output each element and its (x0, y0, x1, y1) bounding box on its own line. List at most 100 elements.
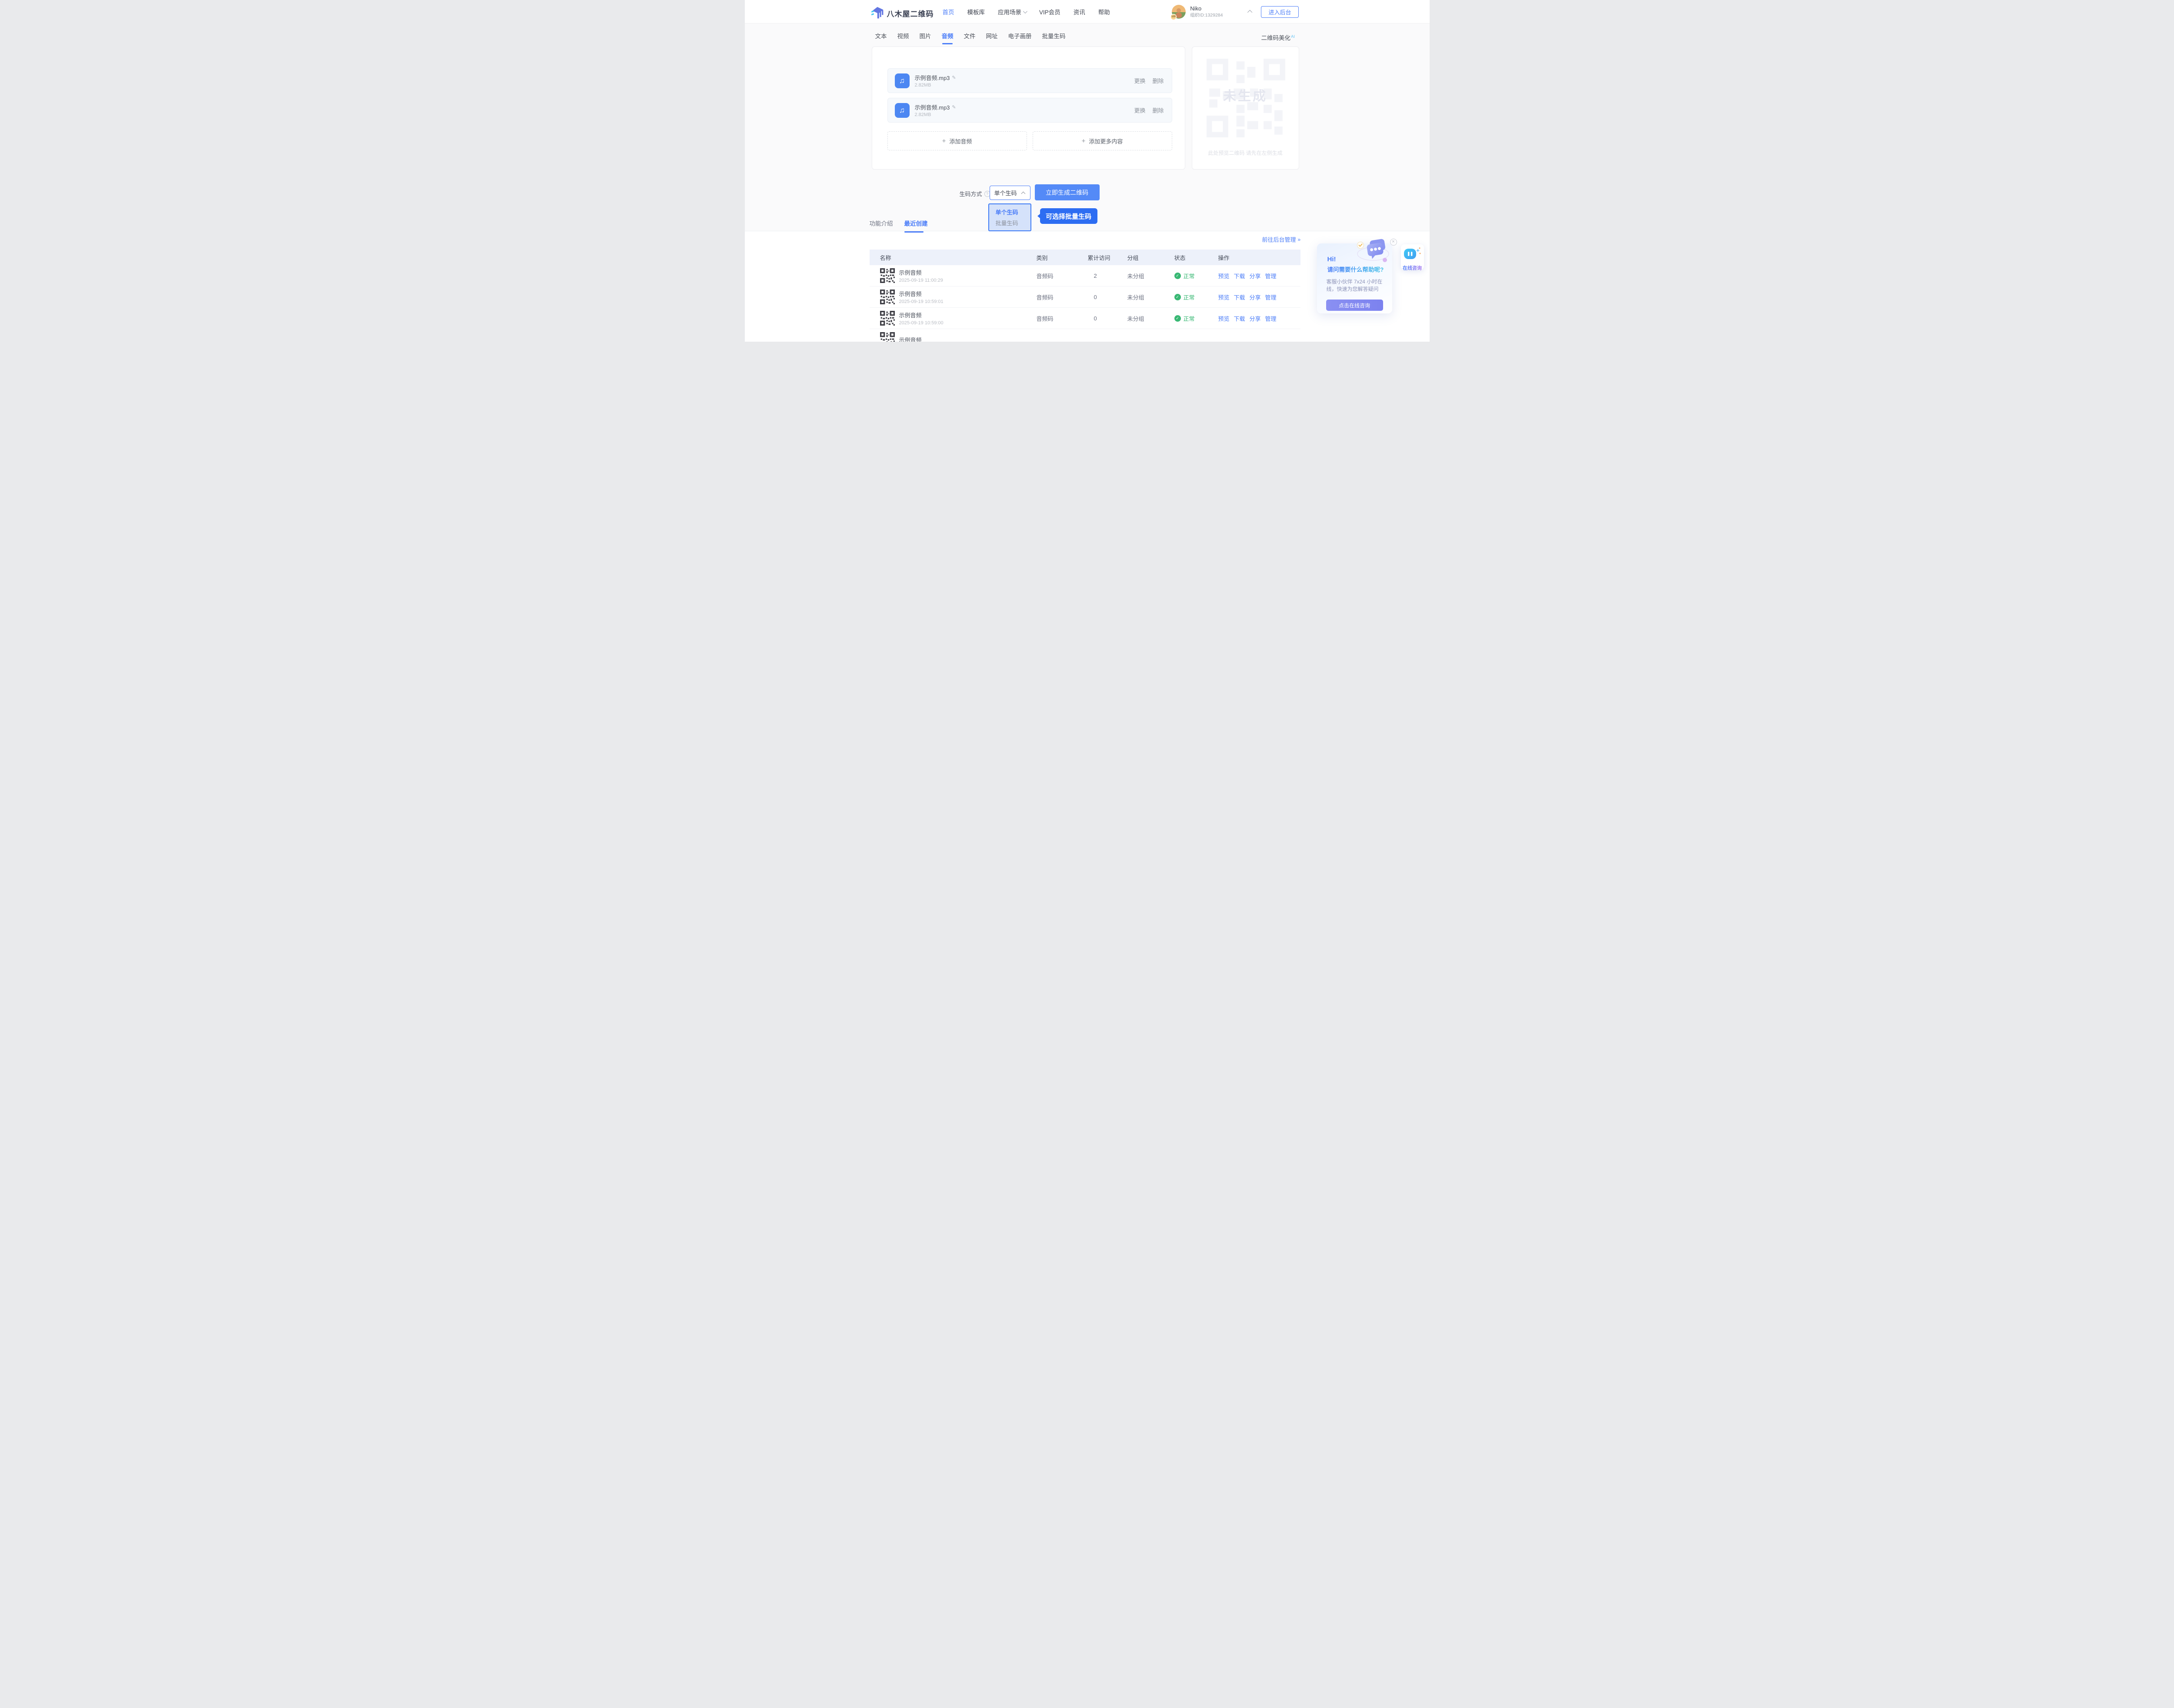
dropdown-option-batch[interactable]: 批量生码 (989, 219, 1030, 227)
qr-thumbnail[interactable] (880, 311, 895, 326)
ai-badge: AI (1291, 34, 1295, 39)
dropdown-option-single[interactable]: 单个生码 (989, 208, 1030, 216)
music-note-icon (894, 73, 910, 88)
page: 八木屋二维码 首页 模板库 应用场景 VIP会员 资讯 帮助 VIP Niko … (744, 0, 1430, 342)
download-link[interactable]: 下载 (1234, 314, 1245, 323)
qr-preview-hint: 此处预览二维码 请先在左侧生成 (1208, 150, 1283, 156)
brand[interactable]: 八木屋二维码 (870, 5, 934, 21)
replace-file-button[interactable]: 更换 (1134, 106, 1145, 114)
manage-link[interactable]: 管理 (1265, 272, 1277, 280)
plus-icon (942, 137, 946, 145)
mode-dropdown-menu: 单个生码 批量生码 (988, 203, 1031, 231)
qr-beautify-link[interactable]: 二维码美化AI (1261, 33, 1295, 42)
user-org-id: 组织ID:1329284 (1190, 12, 1223, 18)
online-consult-button[interactable]: 点击在线咨询 (1326, 300, 1383, 311)
brand-name: 八木屋二维码 (887, 10, 934, 18)
qr-thumbnail[interactable] (880, 268, 895, 283)
preview-link[interactable]: 预览 (1218, 293, 1230, 301)
file-size: 2.82MB (914, 83, 931, 88)
chat-greeting: Hi! (1327, 256, 1336, 263)
table-row: 示例音频 2025-09-19 10:59:00 音频码 0 未分组 正常 预览… (869, 308, 1300, 329)
code-name: 示例音频 (899, 312, 922, 319)
code-category: 音频码 (1036, 294, 1054, 301)
edit-pencil-icon[interactable] (952, 75, 956, 80)
check-circle-icon (1174, 315, 1181, 322)
robot-chat-icon (1404, 247, 1421, 263)
file-size: 2.82MB (914, 112, 931, 117)
tab-ebook[interactable]: 电子画册 (1008, 31, 1032, 44)
manage-link[interactable]: 管理 (1265, 314, 1277, 323)
table-header: 名称 类别 累计访问 分组 状态 操作 (869, 250, 1300, 265)
check-circle-icon (1174, 293, 1181, 300)
nav-item-home[interactable]: 首页 (943, 7, 954, 16)
manage-link[interactable]: 管理 (1265, 293, 1277, 301)
tab-text[interactable]: 文本 (875, 31, 887, 44)
add-more-content-button[interactable]: 添加更多内容 (1032, 131, 1172, 150)
enter-backend-button[interactable]: 进入后台 (1261, 6, 1299, 18)
code-group: 未分组 (1127, 273, 1144, 280)
vip-badge: VIP (1170, 14, 1177, 20)
preview-link[interactable]: 预览 (1218, 272, 1230, 280)
tab-url[interactable]: 网址 (986, 31, 998, 44)
code-group: 未分组 (1127, 315, 1144, 322)
status-badge: 正常 (1183, 273, 1195, 280)
code-created-time: 2025-09-19 11:00:29 (899, 278, 943, 283)
nav-item-templates[interactable]: 模板库 (967, 7, 985, 16)
file-meta: 示例音频.mp3 2.82MB (915, 103, 956, 117)
selected-mode-value: 单个生码 (994, 190, 1017, 196)
user-name: Niko (1190, 5, 1202, 12)
chat-bubbles-illustration-icon (1355, 238, 1390, 267)
plus-icon (1082, 137, 1086, 145)
online-consult-float-tab[interactable]: 在线咨询 (1400, 244, 1424, 271)
delete-file-button[interactable]: 删除 (1152, 77, 1164, 85)
user-meta[interactable]: Niko 组织ID:1329284 (1190, 5, 1223, 18)
tab-file[interactable]: 文件 (964, 31, 976, 44)
tab-batch[interactable]: 批量生码 (1042, 31, 1066, 44)
nav-item-vip[interactable]: VIP会员 (1039, 7, 1060, 16)
preview-link[interactable]: 预览 (1218, 314, 1230, 323)
file-name: 示例音频.mp3 (914, 104, 950, 111)
download-link[interactable]: 下载 (1234, 293, 1245, 301)
code-created-time: 2025-09-19 10:59:00 (899, 320, 944, 326)
qr-thumbnail[interactable] (880, 332, 895, 342)
tab-feature-intro[interactable]: 功能介绍 (870, 219, 893, 233)
table-row: 示例音频 2025-09-19 11:00:29 音频码 2 未分组 正常 预览… (869, 265, 1300, 286)
add-audio-button[interactable]: 添加音频 (887, 131, 1027, 150)
nav-item-news[interactable]: 资讯 (1074, 7, 1085, 16)
share-link[interactable]: 分享 (1250, 272, 1261, 280)
tab-image[interactable]: 图片 (920, 31, 931, 44)
close-icon[interactable] (1390, 239, 1397, 246)
nav-item-scenes[interactable]: 应用场景 (998, 7, 1027, 16)
table-row: 示例音频 (870, 329, 1300, 342)
generate-mode-label: 生码方式 (960, 190, 990, 198)
replace-file-button[interactable]: 更换 (1134, 77, 1145, 85)
goto-backend-link[interactable]: 前往后台管理 (1262, 235, 1300, 243)
delete-file-button[interactable]: 删除 (1152, 106, 1164, 114)
audio-file-item: 示例音频.mp3 2.82MB 更换 删除 (887, 68, 1172, 93)
brand-logo-icon (870, 5, 884, 21)
check-circle-icon (1174, 272, 1181, 279)
code-category: 音频码 (1036, 273, 1054, 280)
edit-pencil-icon[interactable] (952, 104, 956, 110)
share-link[interactable]: 分享 (1250, 314, 1261, 323)
content-type-tabs: 文本 视频 图片 音频 文件 网址 电子画册 批量生码 (875, 31, 1066, 44)
double-arrow-icon (1298, 236, 1300, 243)
status-badge: 正常 (1183, 294, 1195, 301)
tab-recently-created[interactable]: 最近创建 (904, 219, 928, 233)
tab-video[interactable]: 视频 (897, 31, 909, 44)
share-link[interactable]: 分享 (1250, 293, 1261, 301)
audio-file-item: 示例音频.mp3 2.82MB 更换 删除 (887, 98, 1172, 123)
download-link[interactable]: 下载 (1234, 272, 1245, 280)
code-group: 未分组 (1127, 294, 1144, 301)
generate-mode-select[interactable]: 单个生码 (989, 186, 1030, 200)
code-category: 音频码 (1036, 315, 1054, 322)
chevron-up-icon[interactable] (1247, 10, 1253, 15)
qr-thumbnail[interactable] (880, 290, 895, 304)
tab-audio[interactable]: 音频 (942, 31, 954, 44)
generate-qr-button[interactable]: 立即生成二维码 (1034, 184, 1100, 200)
avatar[interactable]: VIP (1170, 5, 1186, 20)
nav-item-help[interactable]: 帮助 (1098, 7, 1110, 16)
customer-service-card: Hi! 请问需要什么帮助呢? 客服小伙伴 7x24 小时在线，快速为您解答疑问 … (1317, 239, 1392, 313)
qr-watermark: 未生成 (1223, 89, 1267, 103)
main-nav: 首页 模板库 应用场景 VIP会员 资讯 帮助 (943, 0, 1110, 23)
